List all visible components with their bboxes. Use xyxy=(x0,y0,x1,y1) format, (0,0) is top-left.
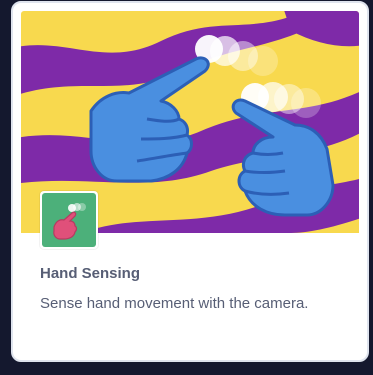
extension-card[interactable]: Hand Sensing Sense hand movement with th… xyxy=(11,1,369,362)
extension-title: Hand Sensing xyxy=(40,265,141,282)
hand-sensing-icon xyxy=(40,191,98,249)
extension-description: Sense hand movement with the camera. xyxy=(40,295,309,312)
extension-details: Hand Sensing Sense hand movement with th… xyxy=(40,265,350,315)
